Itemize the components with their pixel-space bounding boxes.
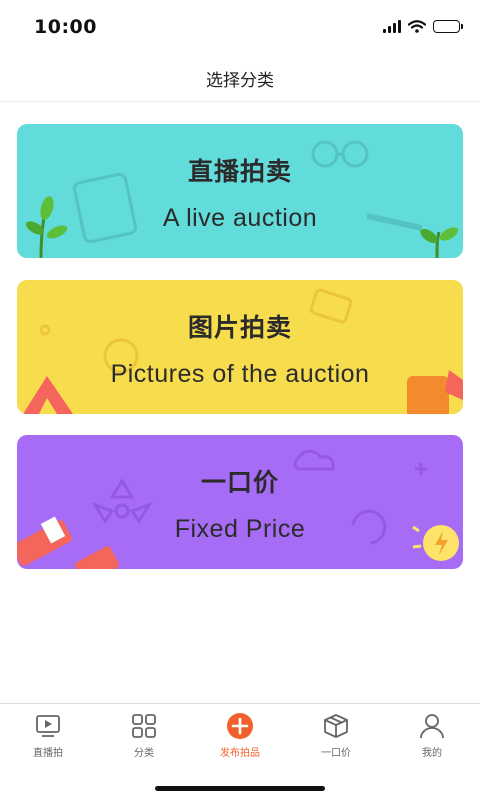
plus-circle-icon [225, 711, 255, 741]
status-icons [383, 20, 463, 33]
card-subtitle: A live auction [162, 204, 318, 232]
tab-label: 一口价 [321, 748, 351, 759]
card-title: 直播拍卖 [187, 157, 292, 186]
tab-label: 我的 [422, 748, 442, 759]
card-title: 图片拍卖 [187, 313, 292, 342]
video-play-icon [33, 711, 63, 741]
tab-label: 直播拍 [33, 748, 63, 759]
wifi-icon [408, 20, 426, 33]
box-icon [321, 711, 351, 741]
tab-live-auction[interactable]: 直播拍 [0, 704, 96, 765]
pictures-auction-card[interactable]: 图片拍卖 Pictures of the auction [17, 280, 463, 414]
page-title: 选择分类 [206, 71, 274, 91]
tab-mine[interactable]: 我的 [384, 704, 480, 765]
cellular-signal-icon [383, 20, 401, 33]
card-title: 一口价 [200, 468, 279, 497]
card-subtitle: Fixed Price [174, 515, 306, 543]
tab-label: 分类 [134, 748, 154, 759]
nav-bar: 选择分类 [0, 56, 480, 102]
tab-label: 发布拍品 [220, 748, 260, 759]
status-bar: 10:00 [0, 0, 480, 56]
home-indicator[interactable] [155, 786, 325, 791]
card-decoration-icon [17, 449, 459, 569]
battery-icon [433, 20, 463, 33]
fixed-price-card[interactable]: 一口价 Fixed Price [17, 435, 463, 569]
tab-publish-item[interactable]: 发布拍品 [192, 704, 288, 765]
tab-category[interactable]: 分类 [96, 704, 192, 765]
card-decoration-icon [23, 288, 463, 414]
person-icon [417, 711, 447, 741]
card-subtitle: Pictures of the auction [110, 360, 370, 388]
status-time: 10:00 [34, 16, 97, 38]
tab-fixed-price[interactable]: 一口价 [288, 704, 384, 765]
tab-bar: 直播拍 分类 发布拍品 一口价 我的 [0, 703, 480, 765]
card-decoration-icon [25, 140, 459, 258]
grid-icon [129, 711, 159, 741]
live-auction-card[interactable]: 直播拍卖 A live auction [17, 124, 463, 258]
